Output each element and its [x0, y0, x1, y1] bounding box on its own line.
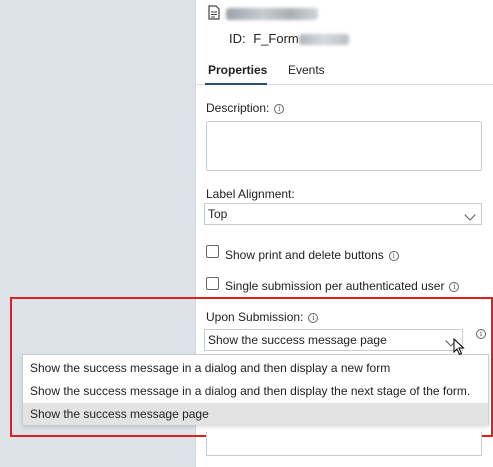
chevron-down-icon: [464, 209, 476, 221]
info-icon[interactable]: i: [308, 313, 319, 323]
dropdown-option[interactable]: Show the success message in a dialog and…: [23, 357, 488, 379]
upon-submission-label: Upon Submission:: [206, 310, 304, 324]
form-id-row: ID: F_Form: [229, 31, 349, 46]
info-icon[interactable]: i: [274, 104, 285, 114]
info-icon[interactable]: i: [476, 329, 486, 339]
show-print-delete-row: Show print and delete buttons i: [225, 248, 399, 262]
hidden-field-below: [206, 432, 482, 456]
info-icon[interactable]: i: [449, 282, 460, 292]
single-submission-label: Single submission per authenticated user: [225, 279, 445, 293]
active-tab-indicator: [205, 83, 267, 85]
tab-events[interactable]: Events: [288, 63, 325, 77]
mouse-cursor-icon: [453, 338, 465, 356]
label-alignment-label: Label Alignment:: [206, 187, 295, 201]
label-alignment-select[interactable]: Top: [204, 203, 482, 225]
label-alignment-value: Top: [208, 207, 228, 221]
info-icon[interactable]: i: [388, 251, 399, 261]
show-print-delete-label: Show print and delete buttons: [225, 248, 384, 262]
single-submission-row: Single submission per authenticated user…: [225, 279, 460, 293]
dropdown-option[interactable]: Show the success message in a dialog and…: [23, 380, 488, 402]
dropdown-option-selected[interactable]: Show the success message page: [23, 403, 488, 425]
form-id-value: F_Form: [253, 31, 299, 46]
document-icon: [208, 5, 220, 20]
tab-properties[interactable]: Properties: [208, 63, 267, 77]
description-label: Description:: [206, 101, 270, 115]
form-id-redacted: [298, 34, 349, 46]
upon-submission-dropdown: Show the success message in a dialog and…: [22, 354, 489, 425]
form-name-redacted: [226, 8, 318, 20]
show-print-delete-checkbox[interactable]: [206, 245, 219, 258]
description-textarea[interactable]: [206, 121, 482, 171]
upon-submission-label-row: Upon Submission: i: [206, 310, 319, 324]
upon-submission-select[interactable]: Show the success message page: [204, 329, 463, 351]
panel-tabs: Properties Events: [196, 59, 493, 85]
description-label-row: Description: i: [206, 101, 285, 115]
form-id-label: ID:: [229, 31, 246, 46]
upon-submission-value: Show the success message page: [208, 333, 387, 347]
single-submission-checkbox[interactable]: [206, 277, 219, 290]
